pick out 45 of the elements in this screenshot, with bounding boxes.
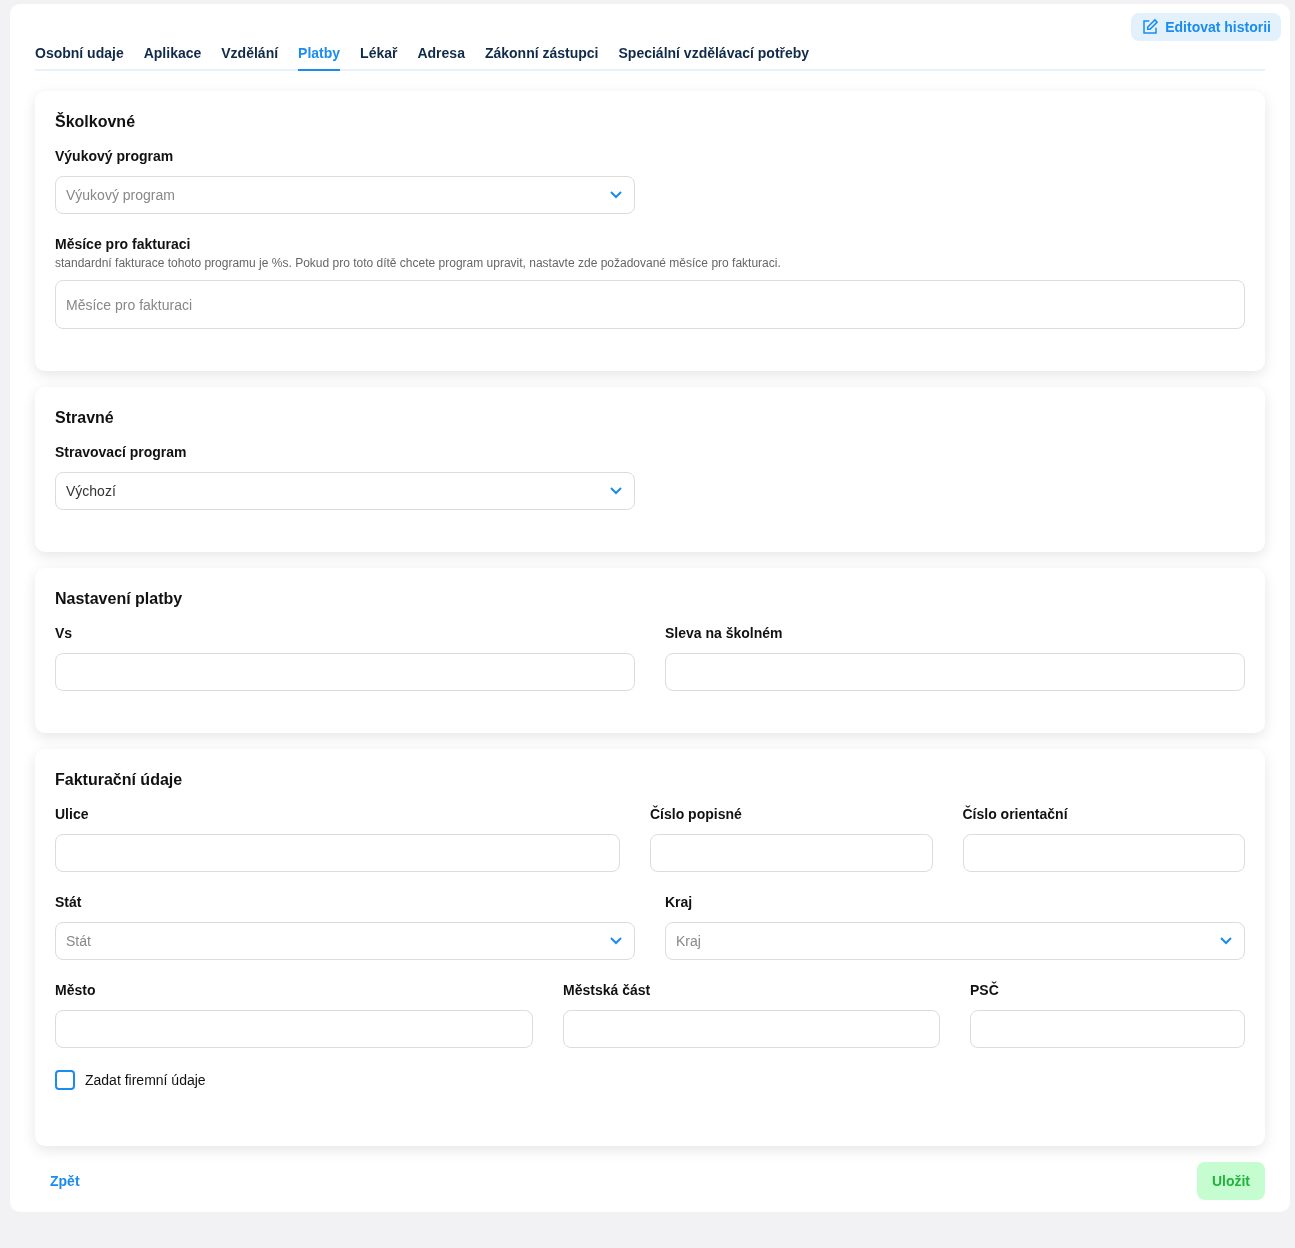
tab[interactable]: Speciální vzdělávací potřeby	[618, 39, 810, 71]
field-label: Městská část	[563, 982, 652, 998]
edit-icon	[1141, 18, 1160, 36]
tab[interactable]: Osobní udaje	[35, 39, 124, 71]
chevron-down-icon	[610, 937, 622, 945]
tab[interactable]: Zákonní zástupci	[484, 39, 599, 71]
tab[interactable]: Aplikace	[143, 39, 202, 71]
select-field[interactable]: Výukový program	[55, 176, 635, 214]
select-field[interactable]: Stát	[55, 922, 635, 960]
input-field[interactable]	[563, 1010, 940, 1048]
field-label: Sleva na školném	[665, 625, 784, 641]
select-field[interactable]: Kraj	[665, 922, 1245, 960]
field-label: Ulice	[55, 806, 90, 822]
field-label: Číslo orientační	[962, 806, 1069, 822]
field-hint: standardní fakturace tohoto programu je %s. Pokud pro toto dítě chcete program upravit, nastavte zde požadované měsíce pro fakturaci.	[55, 256, 782, 270]
chevron-down-icon	[610, 487, 622, 495]
section-title: Fakturační údaje	[55, 771, 184, 789]
section-title: Školkovné	[55, 113, 137, 131]
section-title: Nastavení platby	[55, 590, 184, 608]
select-field[interactable]: Výchozí	[55, 472, 635, 510]
section-title: Stravné	[55, 409, 115, 427]
input-field[interactable]	[970, 1010, 1245, 1048]
input-field[interactable]	[650, 834, 933, 872]
input-field[interactable]	[665, 653, 1245, 691]
input-field[interactable]	[962, 834, 1245, 872]
chevron-down-icon	[610, 191, 622, 199]
field-label: Stravovací program	[55, 444, 188, 460]
input-field[interactable]	[55, 653, 635, 691]
field-label: Měsíce pro fakturaci	[55, 236, 192, 252]
field-label: Číslo popisné	[650, 806, 743, 822]
input-field[interactable]	[55, 834, 620, 872]
tab[interactable]: Adresa	[417, 39, 465, 71]
checkbox-label: Zadat firemní údaje	[85, 1072, 206, 1088]
checkbox[interactable]	[55, 1070, 75, 1090]
field-label: Město	[55, 982, 97, 998]
input-field[interactable]	[55, 1010, 533, 1048]
tab[interactable]: Lékař	[360, 39, 398, 71]
chevron-down-icon	[1220, 937, 1232, 945]
field-label: Kraj	[665, 894, 694, 910]
field-label: PSČ	[970, 982, 1000, 998]
input-field[interactable]: Měsíce pro fakturaci	[55, 280, 1245, 329]
tab[interactable]: Vzdělání	[221, 39, 279, 71]
field-label: Výukový program	[55, 148, 175, 164]
field-label: Vs	[55, 625, 74, 641]
field-label: Stát	[55, 894, 83, 910]
